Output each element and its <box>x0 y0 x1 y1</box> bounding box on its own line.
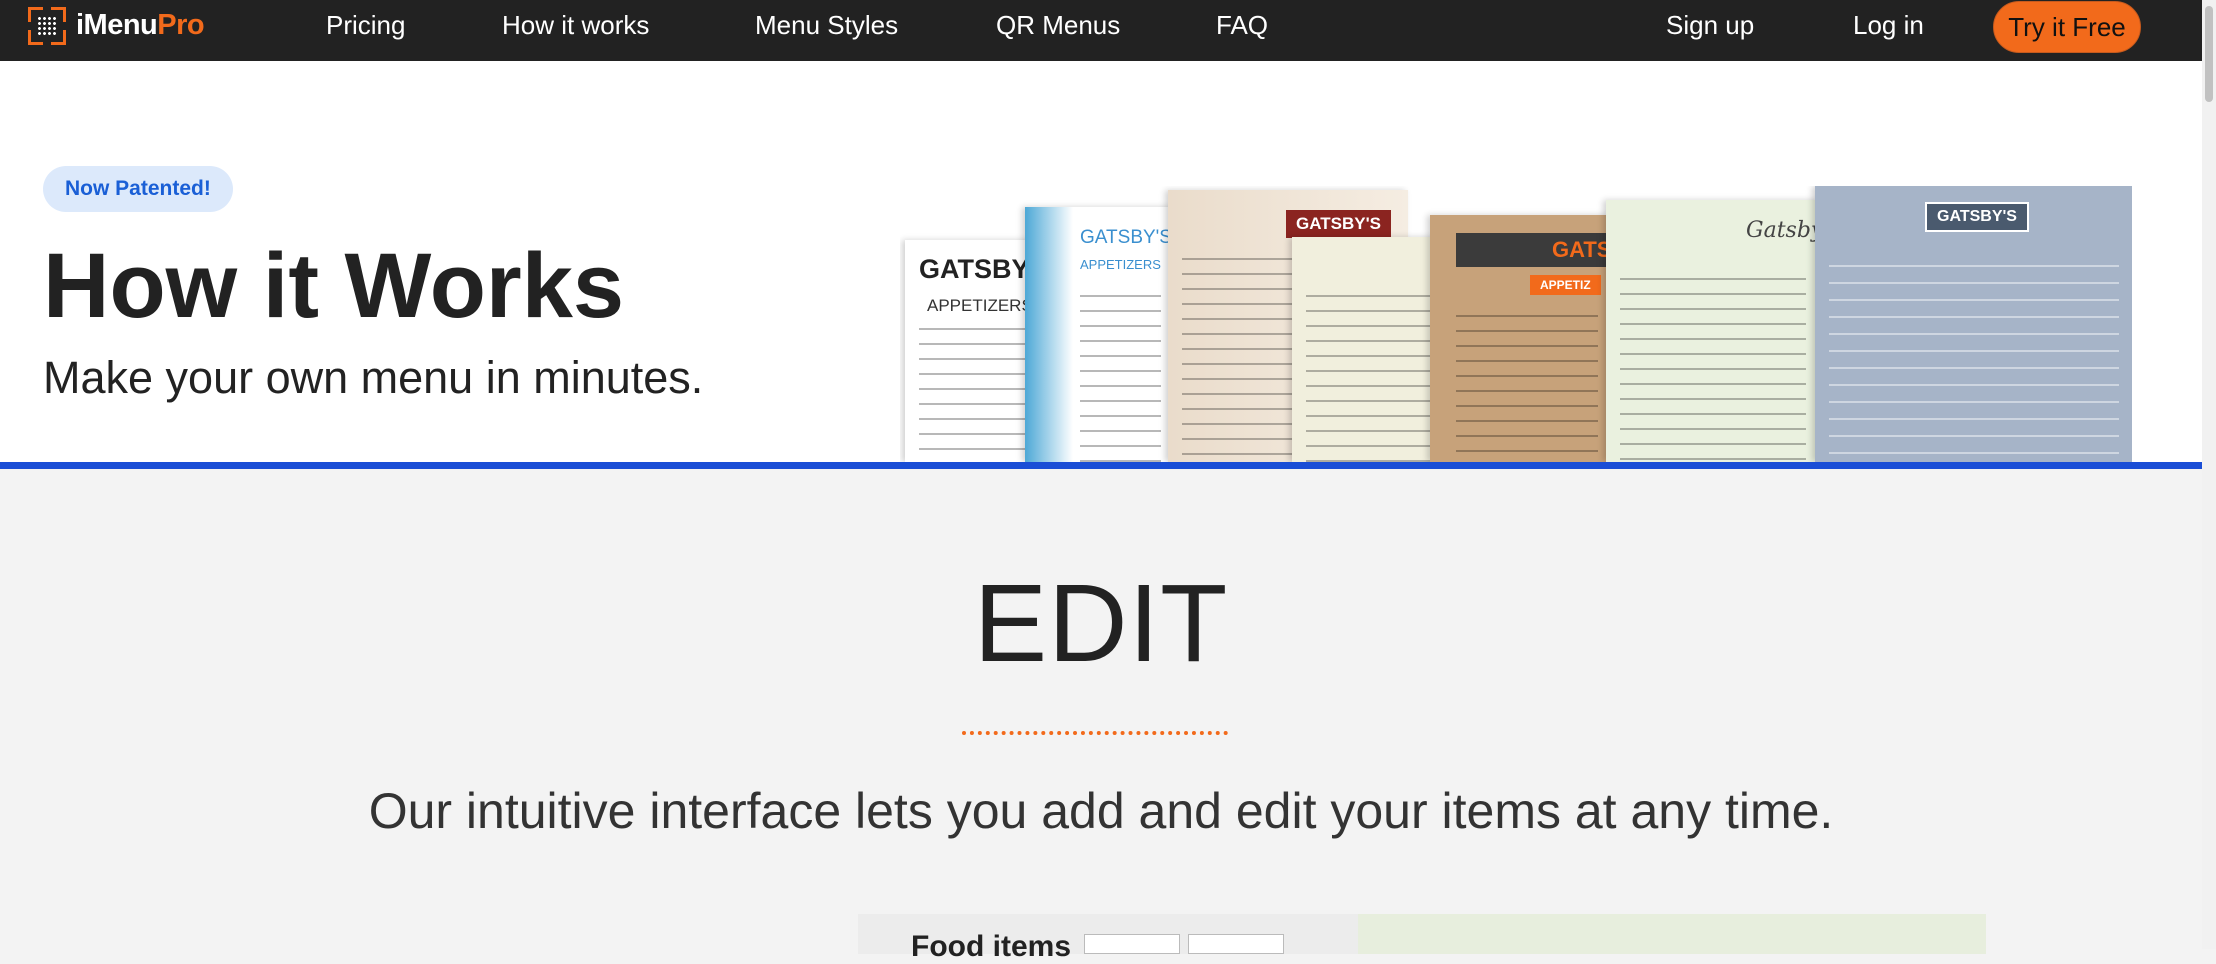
top-navbar: iMenuPro Pricing How it works Menu Style… <box>0 0 2202 61</box>
menu-sample-image: GATSBY'S APPETIZERS <box>1025 207 1175 462</box>
food-items-label: Food items <box>911 930 1072 963</box>
menu-sample-image <box>1292 237 1452 462</box>
page-subtitle: Make your own menu in minutes. <box>43 352 704 403</box>
nav-link-qr-menus[interactable]: QR Menus <box>996 0 1120 51</box>
menu-preview-panel <box>1358 914 1986 954</box>
section-description: Our intuitive interface lets you add and… <box>368 783 1834 839</box>
nav-link-pricing[interactable]: Pricing <box>326 0 405 51</box>
menu-samples-collage: GATSBY'S APPETIZERS GATSBY'S APPETIZERS … <box>900 186 2132 462</box>
dotted-divider <box>962 731 1228 735</box>
page-title: How it Works <box>43 235 625 337</box>
scrollbar-track[interactable] <box>2202 0 2216 949</box>
preview-input <box>1188 934 1284 954</box>
nav-link-faq[interactable]: FAQ <box>1216 0 1268 51</box>
imenupro-logo[interactable]: iMenuPro <box>28 0 205 51</box>
scrollbar-thumb[interactable] <box>2205 6 2213 102</box>
sign-up-link[interactable]: Sign up <box>1666 0 1754 51</box>
section-title-edit: EDIT <box>973 562 1229 685</box>
logo-icon <box>28 6 66 45</box>
menu-sample-image: Gatsby's <box>1606 200 1820 462</box>
nav-link-menu-styles[interactable]: Menu Styles <box>755 0 898 51</box>
menu-sample-image: GATSB APPETIZ <box>1430 215 1612 462</box>
try-it-free-button[interactable]: Try it Free <box>1993 1 2141 53</box>
hero-divider-bar <box>0 462 2202 469</box>
patented-badge: Now Patented! <box>43 166 233 212</box>
log-in-link[interactable]: Log in <box>1853 0 1924 51</box>
nav-link-how-it-works[interactable]: How it works <box>502 0 649 51</box>
preview-input <box>1084 934 1180 954</box>
menu-sample-image: GATSBY'S <box>1815 186 2132 462</box>
logo-text: iMenuPro <box>76 9 205 41</box>
